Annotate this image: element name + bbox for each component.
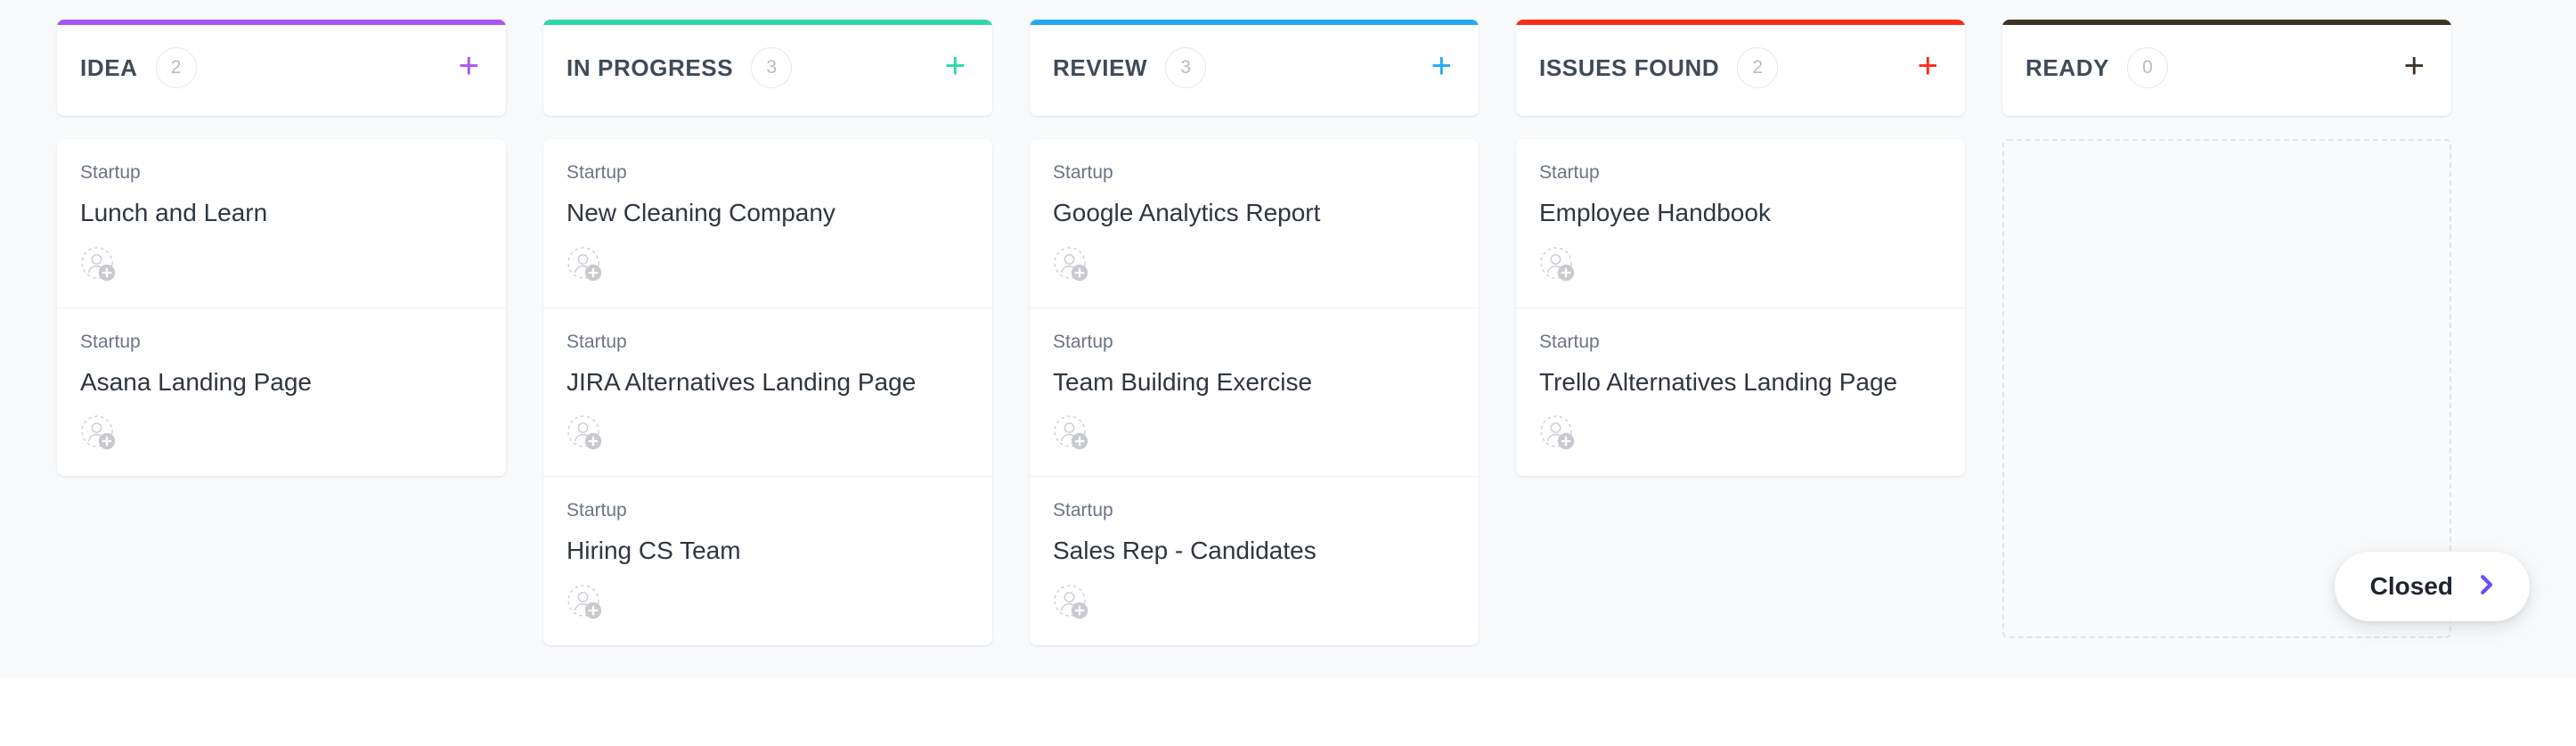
column-count-badge: 0: [2127, 47, 2168, 88]
column-header-in-progress: IN PROGRESS 3 +: [543, 20, 992, 116]
board-column-issues-found: ISSUES FOUND 2 + Startup Employee Handboo…: [1516, 20, 1965, 476]
add-assignee-icon[interactable]: [80, 272, 118, 287]
task-card[interactable]: Startup Team Building Exercise: [1030, 308, 1479, 478]
column-header-issues-found: ISSUES FOUND 2 +: [1516, 20, 1965, 116]
add-assignee-icon[interactable]: [1539, 272, 1577, 287]
column-count-badge: 3: [751, 47, 792, 88]
task-card-tag: Startup: [80, 162, 483, 184]
column-count-badge: 2: [156, 47, 197, 88]
column-accent-bar: [1516, 20, 1965, 25]
task-card-title: Trello Alternatives Landing Page: [1539, 365, 1942, 399]
task-card-tag: Startup: [567, 500, 969, 521]
column-title: IN PROGRESS: [567, 54, 733, 82]
board-surface: IDEA 2 + Startup Lunch and Learn Startup …: [0, 0, 2576, 679]
add-assignee-icon[interactable]: [567, 610, 604, 625]
board-column-in-progress: IN PROGRESS 3 + Startup New Cleaning Comp…: [543, 20, 992, 645]
card-list-review: Startup Google Analytics Report Startup …: [1030, 139, 1479, 645]
add-assignee-icon[interactable]: [567, 440, 604, 455]
task-card-title: JIRA Alternatives Landing Page: [567, 365, 969, 399]
board-column-idea: IDEA 2 + Startup Lunch and Learn Startup …: [57, 20, 506, 476]
column-title: REVIEW: [1053, 54, 1147, 82]
add-assignee-icon[interactable]: [1539, 440, 1577, 455]
chevron-right-icon: [2473, 571, 2499, 603]
task-card[interactable]: Startup New Cleaning Company: [543, 139, 992, 308]
column-header-idea: IDEA 2 +: [57, 20, 506, 116]
column-accent-bar: [543, 20, 992, 25]
task-card[interactable]: Startup Sales Rep - Candidates: [1030, 477, 1479, 645]
add-assignee-icon[interactable]: [567, 272, 604, 287]
add-assignee-icon[interactable]: [80, 440, 118, 455]
add-task-icon[interactable]: +: [1431, 48, 1452, 88]
closed-panel-toggle[interactable]: Closed: [2335, 552, 2530, 621]
add-task-icon[interactable]: +: [1918, 48, 1938, 88]
add-task-icon[interactable]: +: [459, 48, 479, 88]
column-count-badge: 3: [1165, 47, 1206, 88]
task-card-title: Asana Landing Page: [80, 365, 483, 399]
add-assignee-icon[interactable]: [1053, 610, 1090, 625]
task-card-tag: Startup: [80, 332, 483, 353]
card-list-in-progress: Startup New Cleaning Company Startup JIR…: [543, 139, 992, 645]
column-title: ISSUES FOUND: [1539, 54, 1719, 82]
column-title: READY: [2026, 54, 2109, 82]
task-card-tag: Startup: [1053, 332, 1455, 353]
task-card[interactable]: Startup Employee Handbook: [1516, 139, 1965, 308]
task-card-title: New Cleaning Company: [567, 196, 969, 230]
column-header-ready: READY 0 +: [2002, 20, 2451, 116]
task-card-title: Employee Handbook: [1539, 196, 1942, 230]
task-card-tag: Startup: [567, 162, 969, 184]
task-card[interactable]: Startup JIRA Alternatives Landing Page: [543, 308, 992, 478]
column-header-review: REVIEW 3 +: [1030, 20, 1479, 116]
column-accent-bar: [1030, 20, 1479, 25]
column-accent-bar: [2002, 20, 2451, 25]
task-card[interactable]: Startup Lunch and Learn: [57, 139, 506, 308]
task-card-tag: Startup: [1053, 162, 1455, 184]
board-column-ready: READY 0 +: [2002, 20, 2451, 638]
task-card-title: Google Analytics Report: [1053, 196, 1455, 230]
task-card-tag: Startup: [1539, 332, 1942, 353]
closed-label: Closed: [2370, 572, 2453, 601]
task-card-title: Hiring CS Team: [567, 534, 969, 568]
add-assignee-icon[interactable]: [1053, 440, 1090, 455]
task-card-tag: Startup: [1539, 162, 1942, 184]
task-card-title: Sales Rep - Candidates: [1053, 534, 1455, 568]
column-accent-bar: [57, 20, 506, 25]
card-list-idea: Startup Lunch and Learn Startup Asana La…: [57, 139, 506, 476]
task-card-tag: Startup: [567, 332, 969, 353]
add-task-icon[interactable]: +: [945, 48, 966, 88]
task-card[interactable]: Startup Trello Alternatives Landing Page: [1516, 308, 1965, 477]
column-count-badge: 2: [1737, 47, 1778, 88]
add-task-icon[interactable]: +: [2404, 48, 2425, 88]
add-assignee-icon[interactable]: [1053, 272, 1090, 287]
column-title: IDEA: [80, 54, 138, 82]
task-card[interactable]: Startup Hiring CS Team: [543, 477, 992, 645]
task-card[interactable]: Startup Asana Landing Page: [57, 308, 506, 477]
task-card-title: Lunch and Learn: [80, 196, 483, 230]
task-card-title: Team Building Exercise: [1053, 365, 1455, 399]
task-card[interactable]: Startup Google Analytics Report: [1030, 139, 1479, 308]
board-column-review: REVIEW 3 + Startup Google Analytics Repor…: [1030, 20, 1479, 645]
card-list-issues-found: Startup Employee Handbook Startup Trello…: [1516, 139, 1965, 476]
task-card-tag: Startup: [1053, 500, 1455, 521]
kanban-board: IDEA 2 + Startup Lunch and Learn Startup …: [0, 0, 2576, 679]
